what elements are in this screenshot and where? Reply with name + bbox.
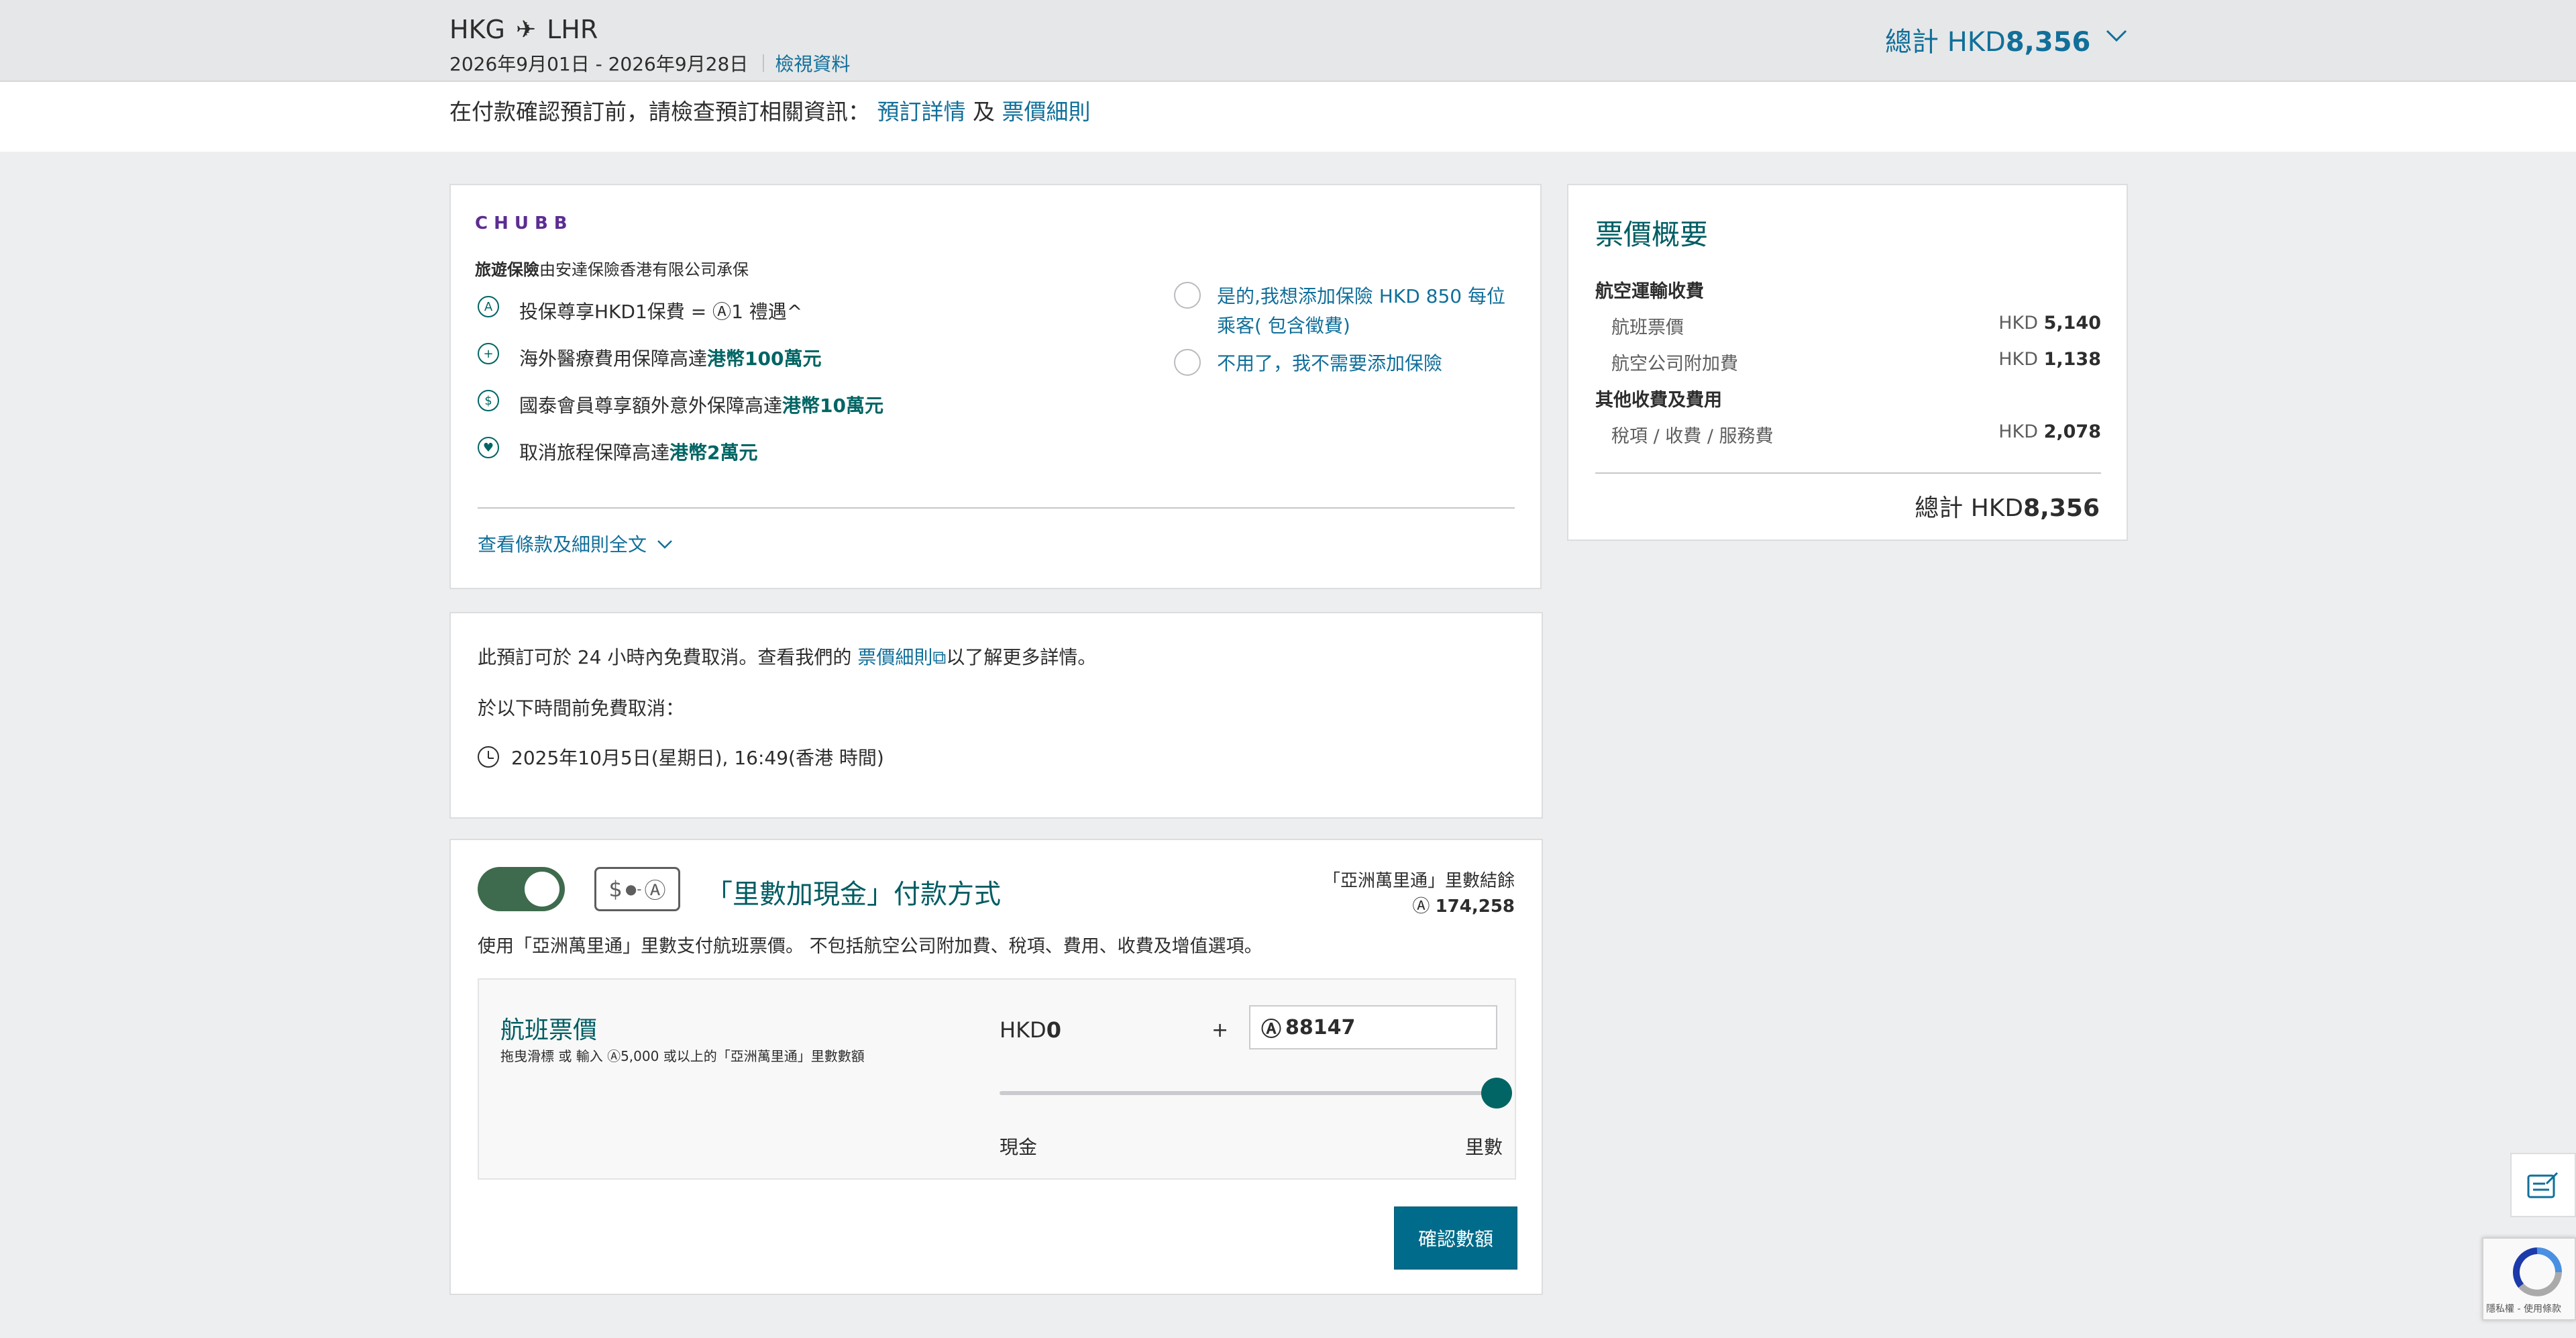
miles-balance: 「亞洲萬里通」里數結餘 Ⓐ 174,258	[1322, 871, 1515, 917]
miles-plus-cash-icon: $ ●- Ⓐ	[594, 867, 680, 911]
plane-icon: ✈	[515, 15, 537, 44]
asia-miles-icon: A	[478, 296, 499, 317]
miles-plus-cash-toggle[interactable]	[478, 867, 565, 911]
divider	[478, 507, 1515, 509]
miles-input-box[interactable]: Ⓐ	[1249, 1005, 1497, 1049]
fare-summary-title: 票價概要	[1595, 218, 1709, 251]
external-link-icon: ⧉	[932, 646, 947, 668]
cash-amount: HKD0	[1000, 1017, 1061, 1043]
asia-miles-icon: Ⓐ	[1412, 896, 1436, 917]
booking-header: HKG ✈ LHR 2026年9月01日 - 2026年9月28日 檢視資料 總…	[0, 0, 2576, 82]
view-details-link[interactable]: 檢視資料	[775, 50, 850, 76]
chevron-down-icon	[2106, 30, 2127, 42]
divider	[1595, 472, 2101, 474]
fare-rules-link[interactable]: 票價細則⧉	[857, 646, 946, 668]
insurance-yes-option[interactable]: 是的,我想添加保險 HKD 850 每位乘客( 包含徵費)	[1174, 282, 1516, 341]
slider-miles-label: 里數	[1465, 1136, 1503, 1158]
insurance-yes-radio[interactable]	[1174, 282, 1201, 309]
divider	[763, 54, 765, 72]
cancellation-info: 此預訂可於 24 小時內免費取消。查看我們的 票價細則⧉以了解更多詳情。	[478, 646, 1097, 668]
fare-title: 航班票價	[500, 1017, 598, 1044]
asia-miles-icon: Ⓐ	[607, 1048, 621, 1064]
review-notice: 在付款確認預訂前，請檢查預訂相關資訊： 預訂詳情 及 票價細則	[0, 82, 2576, 152]
chevron-down-icon	[657, 540, 672, 549]
asia-miles-icon: Ⓐ	[1261, 1018, 1281, 1041]
clock-icon	[478, 746, 499, 768]
insurance-subtitle: 旅遊保險由安達保險香港有限公司承保	[475, 260, 749, 279]
header-total: 總計 HKD8,356	[1885, 27, 2091, 58]
origin-code: HKG	[449, 15, 505, 44]
benefit-item: + 海外醫療費用保障高達 港幣100萬元	[478, 343, 883, 370]
fare-total: 總計 HKD8,356	[1915, 495, 2100, 522]
insurance-no-option[interactable]: 不用了，我不需要添加保險	[1174, 349, 1516, 378]
booking-details-link[interactable]: 預訂詳情	[877, 99, 966, 125]
miles-description: 使用「亞洲萬里通」里數支付航班票價。 不包括航空公司附加費、稅項、費用、收費及增…	[478, 936, 1263, 957]
benefit-item: ♥ 取消旅程保障高達 港幣2萬元	[478, 437, 883, 464]
miles-slider-track[interactable]	[1000, 1091, 1483, 1095]
medical-icon: +	[478, 343, 499, 364]
route: HKG ✈ LHR	[449, 15, 598, 44]
cancellation-deadline: 2025年10月5日(星期日), 16:49(香港 時間)	[478, 743, 884, 770]
insurance-card: CHUBB 旅遊保險由安達保險香港有限公司承保 A 投保尊享HKD1保費 = Ⓐ…	[449, 184, 1542, 589]
asia-miles-icon: Ⓐ	[706, 301, 732, 323]
fare-row: 航班票價 HKD 5,140	[1611, 313, 2101, 338]
recaptcha-badge[interactable]: 隱私權 - 使用條款	[2482, 1237, 2576, 1321]
fare-row: 稅項 / 收費 / 服務費 HKD 2,078	[1611, 421, 2101, 447]
travel-dates-row: 2026年9月01日 - 2026年9月28日 檢視資料	[449, 50, 850, 76]
heart-icon: ♥	[478, 437, 499, 458]
recaptcha-terms: 隱私權 - 使用條款	[2486, 1304, 2561, 1315]
fare-rules-link[interactable]: 票價細則	[1002, 99, 1091, 125]
fare-summary-card: 票價概要 航空運輸收費 航班票價 HKD 5,140 航空公司附加費 HKD 1…	[1567, 184, 2128, 541]
miles-plus-cash-card: $ ●- Ⓐ 「里數加現金」付款方式 「亞洲萬里通」里數結餘 Ⓐ 174,258 使…	[449, 839, 1543, 1295]
terms-toggle[interactable]: 查看條款及細則全文	[478, 530, 674, 557]
travel-dates: 2026年9月01日 - 2026年9月28日	[449, 53, 749, 75]
benefit-item: $ 國泰會員尊享額外意外保障高達 港幣10萬元	[478, 390, 883, 417]
fare-row: 航空公司附加費 HKD 1,138	[1611, 349, 2101, 374]
review-notice-text: 在付款確認預訂前，請檢查預訂相關資訊： 預訂詳情 及 票價細則	[449, 99, 1091, 125]
feedback-icon	[2527, 1172, 2559, 1198]
free-cancellation-card: 此預訂可於 24 小時內免費取消。查看我們的 票價細則⧉以了解更多詳情。 於以下…	[449, 612, 1543, 819]
plus-sign: +	[1212, 1019, 1229, 1042]
insurance-no-radio[interactable]	[1174, 349, 1201, 376]
miles-input[interactable]	[1285, 1015, 1473, 1039]
destination-code: LHR	[547, 15, 598, 44]
miles-slider-handle[interactable]	[1481, 1078, 1512, 1109]
other-charges-heading: 其他收費及費用	[1595, 390, 1722, 411]
feedback-button[interactable]	[2510, 1153, 2576, 1217]
chubb-logo: CHUBB	[475, 213, 574, 234]
confirm-amount-button[interactable]: 確認數額	[1394, 1206, 1517, 1270]
slider-cash-label: 現金	[1000, 1136, 1038, 1158]
header-total-toggle[interactable]: 總計 HKD8,356	[1885, 20, 2128, 59]
fare-hint: 拖曳滑標 或 輸入 Ⓐ5,000 或以上的「亞洲萬里通」里數數額	[500, 1048, 865, 1064]
recaptcha-icon	[2512, 1247, 2562, 1296]
air-transport-charges-heading: 航空運輸收費	[1595, 281, 1704, 302]
miles-plus-cash-title: 「里數加現金」付款方式	[706, 879, 1001, 910]
member-icon: $	[478, 390, 499, 411]
insurance-benefits: A 投保尊享HKD1保費 = Ⓐ 1 禮遇^ + 海外醫療費用保障高達 港幣100萬…	[478, 296, 883, 487]
cancellation-deadline-label: 於以下時間前免費取消：	[478, 697, 685, 719]
benefit-item: A 投保尊享HKD1保費 = Ⓐ 1 禮遇^	[478, 296, 883, 323]
fare-miles-selector: 航班票價 拖曳滑標 或 輸入 Ⓐ5,000 或以上的「亞洲萬里通」里數數額 HK…	[478, 978, 1516, 1180]
